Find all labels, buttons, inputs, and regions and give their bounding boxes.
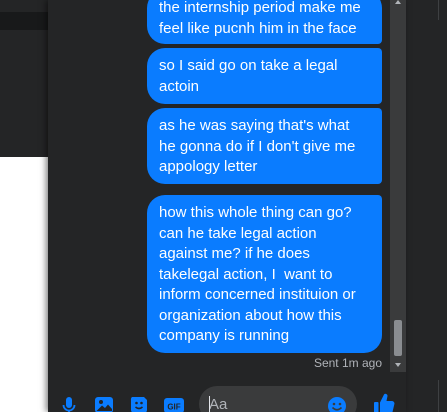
emoji-icon[interactable] <box>326 395 348 412</box>
image-icon[interactable] <box>93 394 115 412</box>
sent-status: Sent 1m ago <box>313 356 382 370</box>
message-list: the internship period make me feel like … <box>48 0 390 372</box>
message-bubble[interactable]: so I said go on take a legal actoin <box>147 48 382 104</box>
text-caret <box>209 396 210 412</box>
message-bubble[interactable]: the internship period make me feel like … <box>147 0 382 44</box>
message-bubble[interactable]: as he was saying that's what he gonna do… <box>147 108 382 184</box>
thumbs-up-icon[interactable] <box>371 391 397 412</box>
scroll-up-arrow-icon[interactable] <box>395 0 401 4</box>
chat-window: the internship period make me feel like … <box>48 0 406 412</box>
svg-text:GIF: GIF <box>167 403 180 412</box>
sticker-icon[interactable] <box>128 394 150 412</box>
scroll-down-arrow-icon[interactable] <box>395 363 401 367</box>
divider <box>438 380 439 412</box>
message-input-placeholder: Aa <box>209 396 228 412</box>
message-bubble[interactable]: how this whole thing can go? can he take… <box>147 195 382 353</box>
page: the internship period make me feel like … <box>0 0 447 412</box>
scrollbar[interactable] <box>390 0 406 372</box>
background-app-panel <box>0 30 48 158</box>
message-composer: GIF Aa <box>48 380 406 412</box>
message-input[interactable]: Aa <box>199 386 357 412</box>
background-app-content <box>0 157 48 412</box>
scrollbar-thumb[interactable] <box>394 320 402 356</box>
microphone-icon[interactable] <box>58 394 80 412</box>
gif-icon[interactable]: GIF <box>163 394 185 412</box>
divider <box>438 0 439 20</box>
chat-side-border <box>406 0 447 412</box>
background-app-toolbar <box>0 12 48 30</box>
